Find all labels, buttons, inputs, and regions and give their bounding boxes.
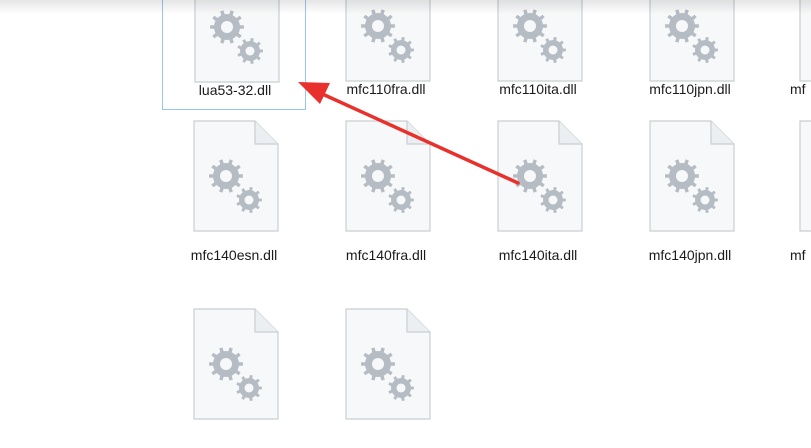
file-name: mfc110fra.dll [346, 81, 426, 97]
dll-settings-file-icon [345, 308, 431, 420]
file-name: mf [790, 81, 806, 97]
file-item[interactable]: mf [770, 120, 811, 260]
file-item[interactable] [162, 308, 306, 448]
file-item[interactable]: mfc140ita.dll [466, 120, 610, 263]
file-item[interactable]: mfc110ita.dll [466, 0, 610, 110]
dll-settings-file-icon [345, 120, 431, 232]
file-name: mf [790, 247, 806, 260]
dll-settings-file-icon [799, 120, 811, 232]
file-item[interactable] [314, 308, 458, 448]
file-name: mfc140jpn.dll [648, 247, 732, 263]
file-name: mfc140fra.dll [345, 247, 427, 263]
file-item[interactable]: mf [770, 0, 811, 110]
dll-settings-file-icon [497, 120, 583, 232]
file-item[interactable]: mfc110jpn.dll [618, 0, 762, 110]
file-item[interactable]: lua53-32.dll [162, 0, 306, 110]
dll-settings-file-icon [649, 120, 735, 232]
file-name: mfc140ita.dll [498, 247, 578, 263]
file-name: mfc110jpn.dll [649, 81, 731, 97]
file-item[interactable]: mfc140jpn.dll [618, 120, 762, 263]
file-name: mfc140esn.dll [190, 247, 278, 263]
window-top-shadow [0, 0, 811, 14]
file-item[interactable]: mfc140esn.dll [162, 120, 306, 263]
file-name: lua53-32.dll [198, 82, 272, 98]
file-item[interactable]: mfc140fra.dll [314, 120, 458, 263]
dll-settings-file-icon [193, 308, 279, 420]
dll-settings-file-icon [193, 120, 279, 232]
file-name: mfc110ita.dll [499, 81, 577, 97]
file-item[interactable]: mfc110fra.dll [314, 0, 458, 110]
